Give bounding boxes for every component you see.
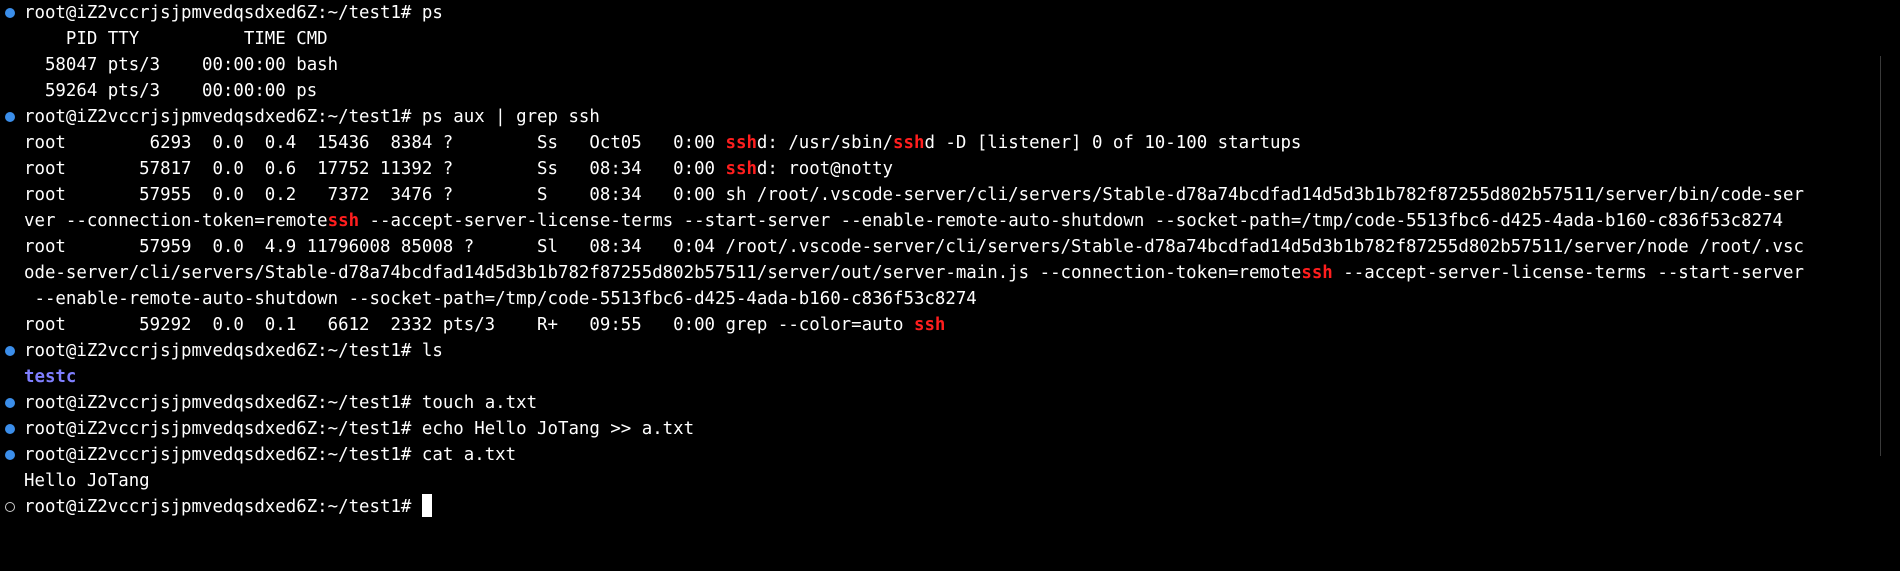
command-success-dot-icon[interactable] (5, 8, 15, 18)
output-line: root 6293 0.0 0.4 15436 8384 ? Ss Oct05 … (0, 130, 1880, 156)
command-text: cat a.txt (421, 445, 517, 465)
shell-prompt: root@iZ2vccrjsjpmvedqsdxed6Z:~/test1# (24, 393, 422, 413)
grep-match: ssh (327, 211, 360, 231)
output-line: root 59292 0.0 0.1 6612 2332 pts/3 R+ 09… (0, 312, 1880, 338)
command-success-dot-icon[interactable] (5, 398, 15, 408)
prompt-line[interactable]: root@iZ2vccrjsjpmvedqsdxed6Z:~/test1# (0, 494, 1880, 520)
text-segment: root 6293 0.0 0.4 15436 8384 ? Ss Oct05 … (24, 133, 726, 153)
grep-match: ssh (893, 133, 925, 153)
command-text: ps (421, 3, 443, 23)
grep-match: ssh (1301, 263, 1333, 283)
command-pending-dot-icon[interactable] (5, 502, 15, 512)
output-line: ver --connection-token=remotessh --accep… (0, 208, 1880, 234)
shell-prompt: root@iZ2vccrjsjpmvedqsdxed6Z:~/test1# (24, 419, 422, 439)
output-line: root 57959 0.0 4.9 11796008 85008 ? Sl 0… (0, 234, 1880, 260)
output-line: root 57817 0.0 0.6 17752 11392 ? Ss 08:3… (0, 156, 1880, 182)
text-segment: root 57817 0.0 0.6 17752 11392 ? Ss 08:3… (24, 159, 726, 179)
text-segment: Hello JoTang (24, 471, 150, 491)
grep-match: ssh (725, 159, 757, 179)
output-line: 59264 pts/3 00:00:00 ps (0, 78, 1880, 104)
shell-prompt: root@iZ2vccrjsjpmvedqsdxed6Z:~/test1# (24, 107, 422, 127)
command-success-dot-icon[interactable] (5, 112, 15, 122)
command-success-dot-icon[interactable] (5, 346, 15, 356)
command-line: root@iZ2vccrjsjpmvedqsdxed6Z:~/test1# to… (0, 390, 1880, 416)
text-segment: --accept-server-license-terms --start-se… (1332, 263, 1804, 283)
command-line: root@iZ2vccrjsjpmvedqsdxed6Z:~/test1# ls (0, 338, 1880, 364)
command-text: touch a.txt (421, 393, 538, 413)
directory-name: testc (24, 367, 77, 387)
output-line: Hello JoTang (0, 468, 1880, 494)
shell-prompt: root@iZ2vccrjsjpmvedqsdxed6Z:~/test1# (24, 497, 422, 517)
grep-match: ssh (913, 315, 946, 335)
text-segment: --enable-remote-auto-shutdown --socket-p… (24, 289, 977, 309)
text-segment: --accept-server-license-terms --start-se… (359, 211, 1783, 231)
command-text: ls (421, 341, 443, 361)
terminal-scrollbar[interactable] (1880, 0, 1900, 571)
scrollbar-ruler (1880, 56, 1886, 456)
command-success-dot-icon[interactable] (5, 450, 15, 460)
text-segment: ode-server/cli/servers/Stable-d78a74bcdf… (24, 263, 1302, 283)
command-text: echo Hello JoTang >> a.txt (421, 419, 695, 439)
command-line: root@iZ2vccrjsjpmvedqsdxed6Z:~/test1# ca… (0, 442, 1880, 468)
grep-match: ssh (725, 133, 757, 153)
text-segment: root 57959 0.0 4.9 11796008 85008 ? Sl 0… (24, 237, 1804, 257)
output-line: root 57955 0.0 0.2 7372 3476 ? S 08:34 0… (0, 182, 1880, 208)
output-line: ode-server/cli/servers/Stable-d78a74bcdf… (0, 260, 1880, 286)
output-line: testc (0, 364, 1880, 390)
shell-prompt: root@iZ2vccrjsjpmvedqsdxed6Z:~/test1# (24, 341, 422, 361)
text-segment: 58047 pts/3 00:00:00 bash (24, 55, 339, 75)
text-segment: root 59292 0.0 0.1 6612 2332 pts/3 R+ 09… (24, 315, 914, 335)
shell-prompt: root@iZ2vccrjsjpmvedqsdxed6Z:~/test1# (24, 445, 422, 465)
text-segment: d -D [listener] 0 of 10-100 startups (924, 133, 1302, 153)
text-cursor (421, 494, 432, 517)
command-line: root@iZ2vccrjsjpmvedqsdxed6Z:~/test1# ec… (0, 416, 1880, 442)
text-segment: d: root@notty (756, 159, 894, 179)
text-segment: PID TTY TIME CMD (24, 29, 328, 49)
command-line: root@iZ2vccrjsjpmvedqsdxed6Z:~/test1# ps (0, 0, 1880, 26)
command-line: root@iZ2vccrjsjpmvedqsdxed6Z:~/test1# ps… (0, 104, 1880, 130)
output-line: 58047 pts/3 00:00:00 bash (0, 52, 1880, 78)
terminal-output[interactable]: root@iZ2vccrjsjpmvedqsdxed6Z:~/test1# ps… (0, 0, 1880, 571)
text-segment: ver --connection-token=remote (24, 211, 328, 231)
text-segment: 59264 pts/3 00:00:00 ps (24, 81, 318, 101)
text-segment: d: /usr/sbin/ (756, 133, 894, 153)
command-text: ps aux | grep ssh (421, 107, 600, 127)
shell-prompt: root@iZ2vccrjsjpmvedqsdxed6Z:~/test1# (24, 3, 422, 23)
command-success-dot-icon[interactable] (5, 424, 15, 434)
text-segment: root 57955 0.0 0.2 7372 3476 ? S 08:34 0… (24, 185, 1804, 205)
output-line: PID TTY TIME CMD (0, 26, 1880, 52)
output-line: --enable-remote-auto-shutdown --socket-p… (0, 286, 1880, 312)
